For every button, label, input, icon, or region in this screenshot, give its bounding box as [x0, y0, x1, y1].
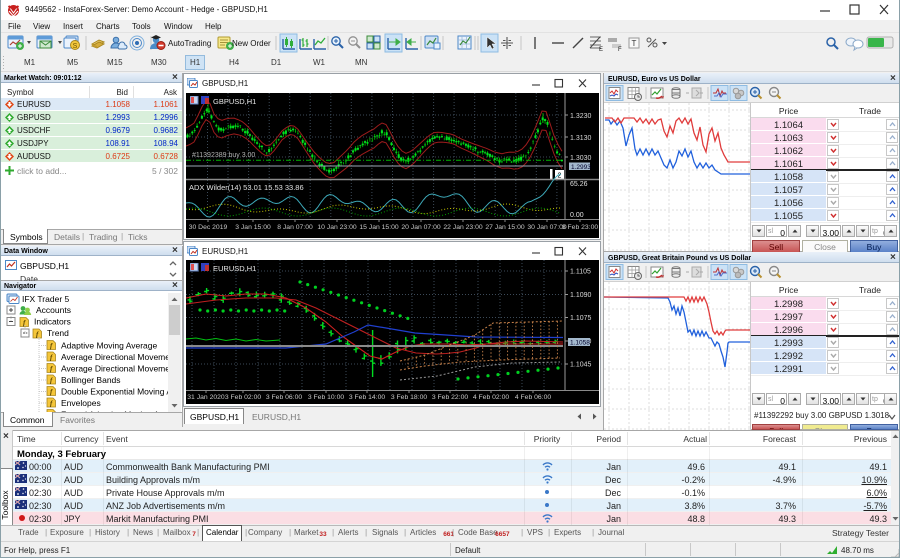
svg-text:3 Feb 10:00: 3 Feb 10:00 [308, 394, 344, 401]
svg-text:1.1058: 1.1058 [570, 340, 590, 347]
svg-text:3 Feb 22:00: 3 Feb 22:00 [432, 394, 468, 401]
svg-text:8 Jan 07:00: 8 Jan 07:00 [277, 224, 313, 231]
svg-text:4 Feb 02:00: 4 Feb 02:00 [473, 394, 509, 401]
svg-text:T: T [632, 39, 637, 48]
svg-text:New Order: New Order [232, 39, 271, 48]
svg-text:31 Jan 2020: 31 Jan 2020 [187, 394, 225, 401]
svg-text:4 Feb 06:00: 4 Feb 06:00 [515, 394, 551, 401]
svg-text:1.3130: 1.3130 [570, 135, 592, 142]
svg-text:3 Feb 02:00: 3 Feb 02:00 [225, 394, 261, 401]
svg-text:0.00: 0.00 [570, 212, 584, 219]
svg-text:30 Dec 2019: 30 Dec 2019 [189, 224, 228, 231]
svg-text:22 Jan 23:00: 22 Jan 23:00 [443, 224, 483, 231]
svg-text:AutoTrading: AutoTrading [168, 39, 211, 48]
svg-text:S: S [73, 43, 78, 50]
svg-text:Average Directional Movement: Average Directional Movement [61, 352, 168, 362]
svg-text:1.2993: 1.2993 [571, 164, 591, 171]
svg-text:#11392389 buy 3.00: #11392389 buy 3.00 [192, 152, 255, 159]
svg-text:GBPUSD,H1: GBPUSD,H1 [213, 97, 256, 106]
svg-text:Envelopes: Envelopes [61, 398, 101, 408]
svg-text:Double Exponential Moving Av: Double Exponential Moving Av [61, 387, 168, 397]
svg-text:65.26: 65.26 [570, 181, 588, 188]
svg-text:1.1045: 1.1045 [570, 362, 592, 369]
svg-text:Accounts: Accounts [36, 305, 71, 315]
svg-text:3 Feb 18:00: 3 Feb 18:00 [391, 394, 427, 401]
svg-text:IFX Trader 5: IFX Trader 5 [22, 294, 70, 304]
svg-text:15 Jan 15:00: 15 Jan 15:00 [359, 224, 399, 231]
svg-text:Average Directional Movement: Average Directional Movement [61, 364, 168, 374]
svg-text:1.1090: 1.1090 [570, 292, 592, 299]
svg-text:EURUSD,H1: EURUSD,H1 [213, 264, 256, 273]
svg-text:10 Jan 23:00: 10 Jan 23:00 [317, 224, 357, 231]
svg-text:20 Jan 07:00: 20 Jan 07:00 [401, 224, 441, 231]
svg-text:1.1075: 1.1075 [570, 315, 592, 322]
svg-text:2: 2 [558, 173, 562, 180]
svg-text:1.3030: 1.3030 [570, 155, 592, 162]
svg-text:3 Feb 14:00: 3 Feb 14:00 [349, 394, 385, 401]
svg-text:ADX Wilder(14) 53.01 15.53 33.: ADX Wilder(14) 53.01 15.53 33.86 [189, 183, 304, 192]
svg-text:Trend: Trend [47, 328, 69, 338]
svg-text:3 Feb 06:00: 3 Feb 06:00 [266, 394, 302, 401]
svg-text:Adaptive Moving Average: Adaptive Moving Average [61, 341, 158, 351]
svg-text:1.1105: 1.1105 [570, 269, 591, 276]
svg-text:3 Jan 15:00: 3 Jan 15:00 [235, 224, 271, 231]
svg-text:Bollinger Bands: Bollinger Bands [61, 375, 121, 385]
svg-text:3 Feb 23:00: 3 Feb 23:00 [562, 224, 598, 231]
svg-text:27 Jan 15:00: 27 Jan 15:00 [485, 224, 525, 231]
svg-text:1.3230: 1.3230 [570, 113, 592, 120]
svg-text:Indicators: Indicators [34, 317, 71, 327]
